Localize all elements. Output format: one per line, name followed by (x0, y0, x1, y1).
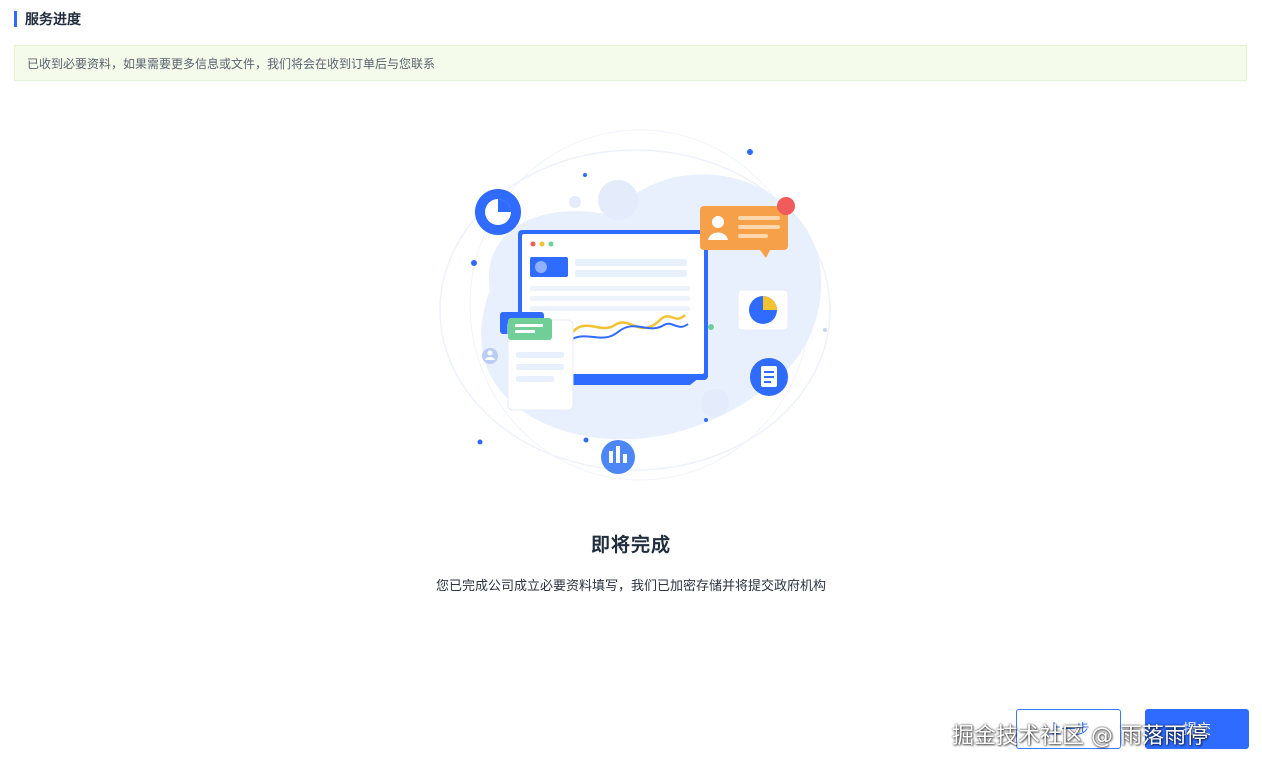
submit-button[interactable]: 提交 (1145, 709, 1249, 749)
info-notice: 已收到必要资料，如果需要更多信息或文件，我们将会在收到订单后与您联系 (14, 45, 1247, 81)
pie-chart-icon (475, 189, 521, 235)
status-title: 即将完成 (590, 534, 671, 556)
section-header: 服务进度 (14, 10, 81, 28)
status-description: 您已完成公司成立必要资料填写，我们已加密存储并将提交政府机构 (435, 579, 826, 594)
document-icon (750, 358, 788, 396)
user-icon (482, 348, 498, 364)
section-accent-bar (14, 11, 17, 27)
completion-illustration (439, 129, 831, 481)
previous-step-button[interactable]: 上一步 (1016, 709, 1121, 749)
notice-text: 已收到必要资料，如果需要更多信息或文件，我们将会在收到订单后与您联系 (27, 56, 436, 71)
section-title: 服务进度 (25, 12, 81, 28)
bar-chart-icon (601, 440, 635, 474)
